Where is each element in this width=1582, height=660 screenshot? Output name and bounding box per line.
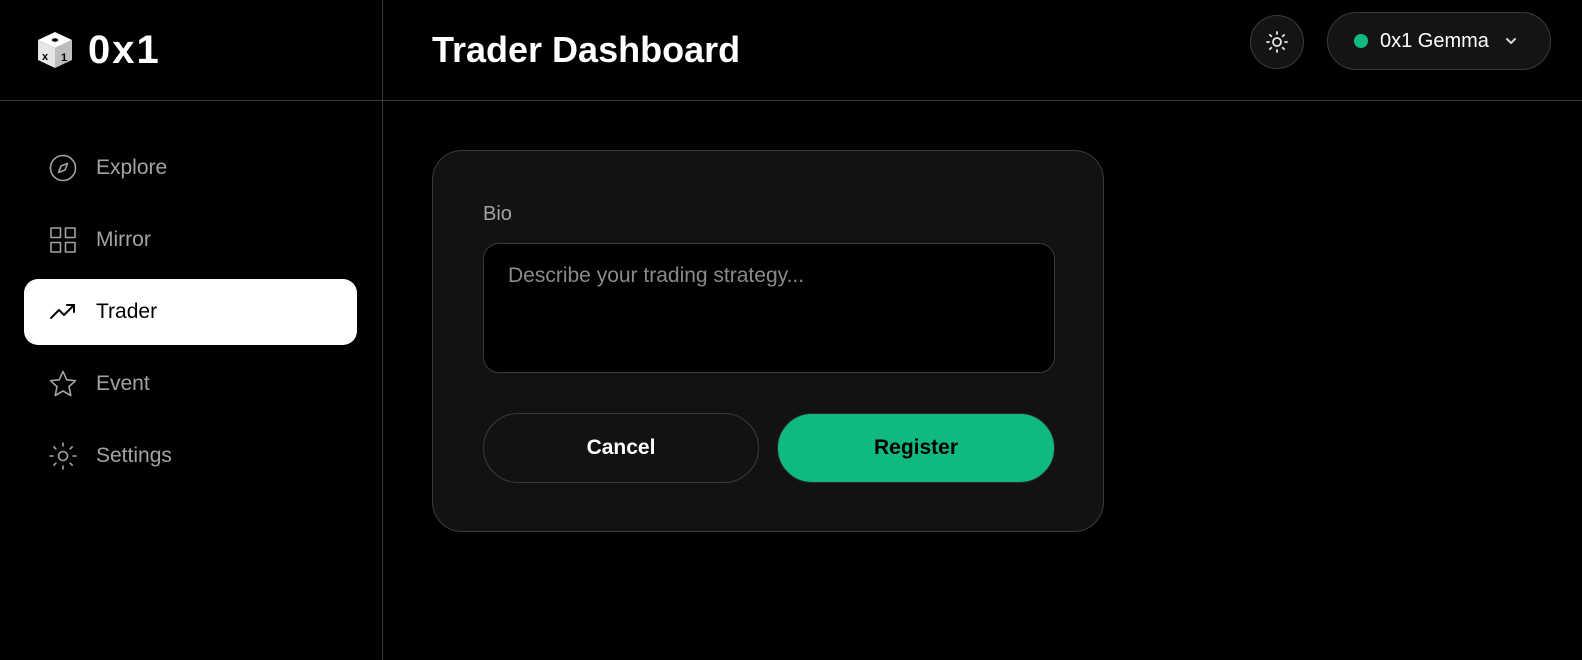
- trending-up-icon: [48, 297, 78, 327]
- wallet-name: 0x1 Gemma: [1380, 29, 1489, 52]
- theme-toggle-button[interactable]: [1250, 15, 1304, 69]
- register-button[interactable]: Register: [777, 413, 1055, 483]
- svg-text:1: 1: [61, 52, 67, 64]
- sidebar-item-label: Trader: [96, 300, 158, 323]
- sidebar-item-label: Explore: [96, 156, 168, 179]
- header: Trader Dashboard 0x1 Gemma: [383, 0, 1582, 101]
- gear-icon: [48, 441, 78, 471]
- sidebar-item-event[interactable]: Event: [24, 351, 357, 417]
- dice-logo-icon: x 1: [38, 32, 72, 68]
- sidebar-item-explore[interactable]: Explore: [24, 135, 357, 201]
- wallet-dropdown-button[interactable]: 0x1 Gemma: [1327, 12, 1551, 70]
- page-title: Trader Dashboard: [432, 29, 741, 70]
- sidebar-item-label: Mirror: [96, 228, 151, 251]
- sidebar: x 1 0x1 Explore Mirror Trader Event Sett…: [0, 0, 383, 660]
- grid-icon: [48, 225, 78, 255]
- logo-text: 0x1: [88, 28, 161, 72]
- trader-registration-card: Bio Cancel Register: [432, 150, 1104, 532]
- cancel-button[interactable]: Cancel: [483, 413, 759, 483]
- chevron-down-icon: [1503, 33, 1519, 49]
- sidebar-nav: Explore Mirror Trader Event Settings: [0, 101, 382, 489]
- logo[interactable]: x 1 0x1: [0, 0, 382, 101]
- sidebar-item-trader[interactable]: Trader: [24, 279, 357, 345]
- sidebar-item-settings[interactable]: Settings: [24, 423, 357, 489]
- sun-icon: [1266, 31, 1288, 53]
- app-root: x 1 0x1 Explore Mirror Trader Event Sett…: [0, 0, 1582, 660]
- sidebar-item-label: Event: [96, 372, 150, 395]
- star-icon: [48, 369, 78, 399]
- bio-input[interactable]: [483, 243, 1055, 373]
- compass-icon: [48, 153, 78, 183]
- sidebar-item-label: Settings: [96, 444, 172, 467]
- bio-label: Bio: [483, 203, 512, 225]
- sidebar-item-mirror[interactable]: Mirror: [24, 207, 357, 273]
- svg-text:x: x: [42, 51, 49, 63]
- connected-status-dot: [1354, 34, 1368, 48]
